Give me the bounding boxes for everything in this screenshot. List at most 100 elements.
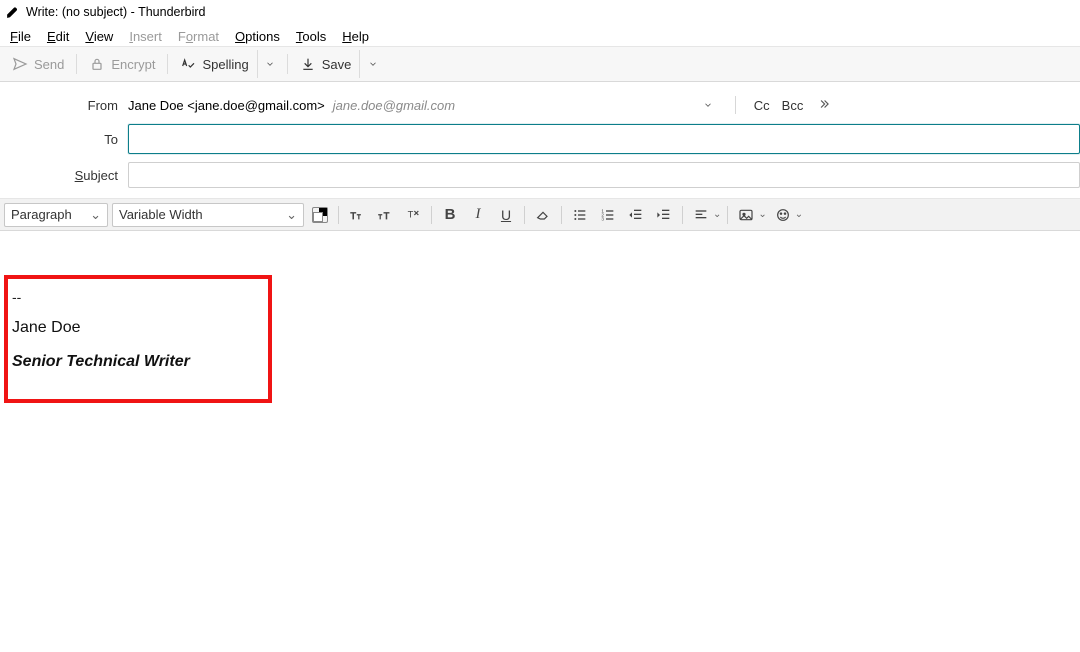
send-label: Send xyxy=(34,57,64,72)
spellcheck-icon xyxy=(180,56,196,72)
bullet-list-button[interactable] xyxy=(568,203,592,227)
spelling-button[interactable]: Spelling xyxy=(172,50,256,78)
signature-separator: -- xyxy=(12,289,262,305)
font-smaller-icon: TT xyxy=(349,207,365,223)
signature-name: Jane Doe xyxy=(12,319,262,337)
insert-image-button[interactable] xyxy=(734,203,758,227)
from-value: Jane Doe <jane.doe@gmail.com> xyxy=(128,98,325,113)
addressing-area: From Jane Doe <jane.doe@gmail.com> jane.… xyxy=(0,82,1080,199)
separator xyxy=(735,96,736,114)
clear-format-icon: T xyxy=(405,207,421,223)
separator xyxy=(338,206,339,224)
font-family-select[interactable]: Variable Width ⌄ xyxy=(112,203,304,227)
italic-icon: I xyxy=(476,206,481,223)
window-title: Write: (no subject) - Thunderbird xyxy=(26,5,205,19)
underline-icon: U xyxy=(501,207,511,223)
svg-text:T: T xyxy=(350,211,356,221)
from-account-dropdown[interactable]: jane.doe@gmail.com xyxy=(333,98,723,113)
outdent-icon xyxy=(628,207,644,223)
to-row: To xyxy=(0,120,1080,158)
text-color-button[interactable] xyxy=(308,203,332,227)
bold-button[interactable]: B xyxy=(438,203,462,227)
remove-format-button[interactable]: T xyxy=(401,203,425,227)
more-recipients-button[interactable] xyxy=(817,97,831,114)
chevron-down-icon xyxy=(703,98,713,113)
separator xyxy=(727,206,728,224)
menu-insert[interactable]: Insert xyxy=(121,27,170,46)
menu-format[interactable]: Format xyxy=(170,27,227,46)
toolbar-separator xyxy=(287,54,288,74)
encrypt-button[interactable]: Encrypt xyxy=(81,50,163,78)
number-list-button[interactable]: 123 xyxy=(596,203,620,227)
italic-button[interactable]: I xyxy=(466,203,490,227)
menu-bar: File Edit View Insert Format Options Too… xyxy=(0,24,1080,46)
title-bar: Write: (no subject) - Thunderbird xyxy=(0,0,1080,24)
eraser-icon xyxy=(535,207,551,223)
pencil-icon xyxy=(6,5,20,19)
save-button[interactable]: Save xyxy=(292,50,360,78)
color-swatch-icon xyxy=(312,207,328,223)
download-icon xyxy=(300,56,316,72)
chevron-down-icon: ⌄ xyxy=(795,209,803,220)
encrypt-label: Encrypt xyxy=(111,57,155,72)
send-button[interactable]: Send xyxy=(4,50,72,78)
remove-text-style-button[interactable] xyxy=(531,203,555,227)
chevron-down-icon: ⌄ xyxy=(90,207,101,223)
from-account: jane.doe@gmail.com xyxy=(333,98,455,113)
spelling-dropdown[interactable] xyxy=(257,50,283,78)
align-left-icon xyxy=(693,207,709,223)
underline-button[interactable]: U xyxy=(494,203,518,227)
save-label: Save xyxy=(322,57,352,72)
font-family-value: Variable Width xyxy=(119,207,203,222)
indent-button[interactable] xyxy=(652,203,676,227)
bcc-button[interactable]: Bcc xyxy=(776,96,810,115)
align-button[interactable] xyxy=(689,203,713,227)
toolbar-separator xyxy=(76,54,77,74)
insert-emoji-button[interactable] xyxy=(771,203,795,227)
svg-text:T: T xyxy=(408,209,414,219)
toolbar-separator xyxy=(167,54,168,74)
font-size-decrease-button[interactable]: TT xyxy=(345,203,369,227)
spelling-label: Spelling xyxy=(202,57,248,72)
from-row: From Jane Doe <jane.doe@gmail.com> jane.… xyxy=(0,90,1080,120)
image-icon xyxy=(738,207,754,223)
smiley-icon xyxy=(775,207,791,223)
svg-text:3: 3 xyxy=(601,216,604,221)
to-input[interactable] xyxy=(128,124,1080,154)
svg-text:T: T xyxy=(378,215,382,221)
font-larger-icon: TT xyxy=(377,207,393,223)
compose-body[interactable]: -- Jane Doe Senior Technical Writer xyxy=(0,275,1080,403)
outdent-button[interactable] xyxy=(624,203,648,227)
chevron-down-icon xyxy=(265,59,275,69)
svg-text:T: T xyxy=(357,215,361,221)
bullet-list-icon xyxy=(572,207,588,223)
subject-label: Subject xyxy=(0,168,128,183)
indent-icon xyxy=(656,207,672,223)
cc-button[interactable]: Cc xyxy=(748,96,776,115)
from-label: From xyxy=(0,98,128,113)
paragraph-style-value: Paragraph xyxy=(11,207,72,222)
menu-file[interactable]: File xyxy=(2,27,39,46)
signature-title: Senior Technical Writer xyxy=(12,353,262,371)
menu-options[interactable]: Options xyxy=(227,27,288,46)
menu-view[interactable]: View xyxy=(77,27,121,46)
chevron-down-icon: ⌄ xyxy=(286,207,297,223)
font-size-increase-button[interactable]: TT xyxy=(373,203,397,227)
svg-text:T: T xyxy=(384,211,390,221)
paragraph-style-select[interactable]: Paragraph ⌄ xyxy=(4,203,108,227)
signature-block: -- Jane Doe Senior Technical Writer xyxy=(4,275,272,403)
to-label: To xyxy=(0,132,128,147)
subject-row: Subject xyxy=(0,158,1080,192)
save-dropdown[interactable] xyxy=(359,50,385,78)
menu-help[interactable]: Help xyxy=(334,27,377,46)
menu-tools[interactable]: Tools xyxy=(288,27,334,46)
subject-input[interactable] xyxy=(128,162,1080,188)
chevron-down-icon: ⌄ xyxy=(713,209,721,220)
lock-icon xyxy=(89,56,105,72)
chevron-down-icon: ⌄ xyxy=(758,209,766,220)
separator xyxy=(431,206,432,224)
separator xyxy=(682,206,683,224)
menu-edit[interactable]: Edit xyxy=(39,27,77,46)
separator xyxy=(524,206,525,224)
format-toolbar: Paragraph ⌄ Variable Width ⌄ TT TT T B I… xyxy=(0,199,1080,231)
